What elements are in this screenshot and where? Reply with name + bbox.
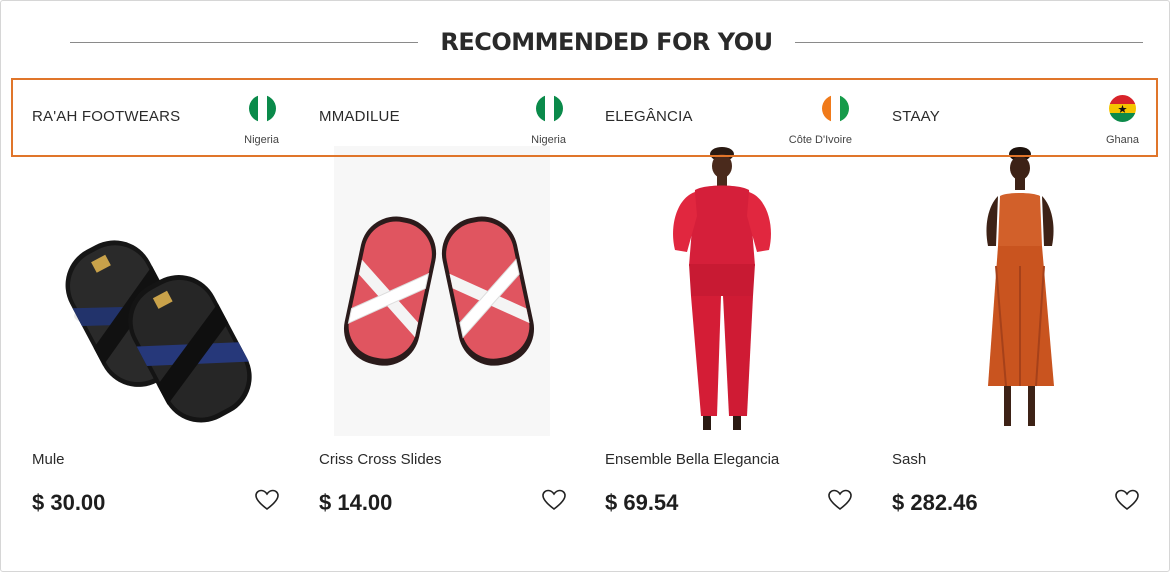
product-image[interactable]	[605, 146, 852, 436]
product-title[interactable]: Sash	[892, 451, 926, 468]
heart-icon[interactable]	[542, 489, 566, 511]
ghana-flag-icon	[1109, 95, 1136, 122]
vendor-name[interactable]: MMADILUE	[319, 108, 400, 125]
product-price: $ 69.54	[605, 490, 679, 515]
vendor-country: Nigeria	[244, 134, 279, 146]
nigeria-flag-icon	[249, 95, 276, 122]
vendor-country: Nigeria	[531, 134, 566, 146]
product-image[interactable]	[319, 146, 566, 436]
product-title[interactable]: Criss Cross Slides	[319, 451, 442, 468]
product-image[interactable]	[892, 146, 1139, 436]
product-title[interactable]: Ensemble Bella Elegancia	[605, 451, 779, 468]
vendor-name[interactable]: RA'AH FOOTWEARS	[32, 108, 180, 125]
product-card[interactable]: ELEGÂNCIA Côte D'Ivoire Ensemble Bella E…	[605, 80, 852, 540]
product-card[interactable]: MMADILUE Nigeria Criss Cross Slides $ 14…	[319, 80, 566, 540]
product-price: $ 14.00	[319, 490, 393, 515]
header-divider-right	[794, 41, 1143, 43]
product-image[interactable]	[32, 146, 279, 436]
vendor-country: Ghana	[1105, 134, 1139, 146]
section-title: RECOMMENDED FOR YOU	[440, 28, 773, 56]
vendor-row[interactable]: MMADILUE Nigeria	[319, 92, 566, 148]
vendor-country: Côte D'Ivoire	[788, 134, 852, 146]
product-card[interactable]: RA'AH FOOTWEARS Nigeria Mule $ 30.00	[32, 80, 279, 540]
product-title[interactable]: Mule	[32, 451, 65, 468]
header-divider-left	[70, 41, 419, 43]
product-card[interactable]: STAAY Ghana Sash $ 282.46	[892, 80, 1139, 540]
vendor-name[interactable]: ELEGÂNCIA	[605, 108, 693, 125]
product-price: $ 30.00	[32, 490, 106, 515]
section-header: RECOMMENDED FOR YOU	[70, 22, 1143, 62]
heart-icon[interactable]	[828, 489, 852, 511]
vendor-row[interactable]: STAAY Ghana	[892, 92, 1139, 148]
vendor-name[interactable]: STAAY	[892, 108, 940, 125]
vendor-row[interactable]: RA'AH FOOTWEARS Nigeria	[32, 92, 279, 148]
vendor-row[interactable]: ELEGÂNCIA Côte D'Ivoire	[605, 92, 852, 148]
product-grid: RA'AH FOOTWEARS Nigeria Mule $ 30.00 MMA…	[32, 80, 1142, 550]
cote-divoire-flag-icon	[822, 95, 849, 122]
heart-icon[interactable]	[1115, 489, 1139, 511]
product-price: $ 282.46	[892, 490, 978, 515]
heart-icon[interactable]	[255, 489, 279, 511]
nigeria-flag-icon	[536, 95, 563, 122]
